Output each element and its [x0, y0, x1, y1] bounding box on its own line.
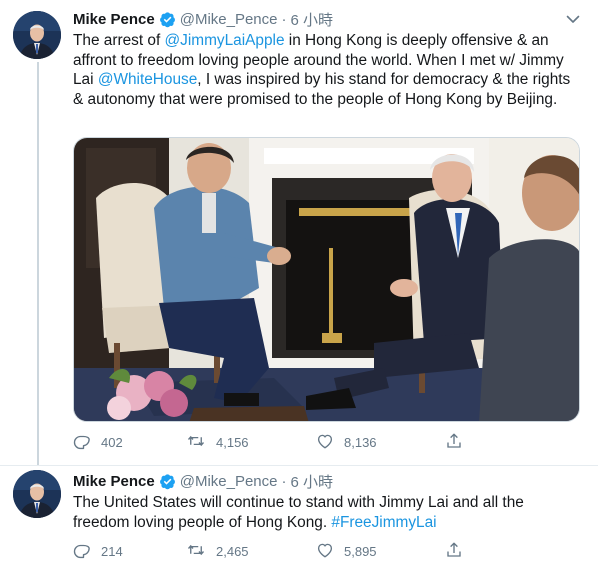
mention-link[interactable]: @WhiteHouse — [98, 71, 197, 88]
tweet-actions: 214 2,465 5,895 — [73, 541, 473, 561]
hashtag-link[interactable]: #FreeJimmyLai — [331, 514, 436, 531]
avatar[interactable] — [13, 11, 61, 59]
divider — [0, 465, 598, 466]
tweet-text: The arrest of @JimmyLaiApple in Hong Kon… — [73, 31, 583, 109]
like-button[interactable]: 8,136 — [316, 432, 377, 453]
reply-icon — [73, 541, 101, 562]
separator-dot: · — [281, 472, 287, 490]
reply-count: 402 — [101, 435, 123, 450]
tweet-photo[interactable] — [73, 137, 580, 422]
retweet-count: 2,465 — [216, 544, 249, 559]
share-button[interactable] — [445, 432, 473, 453]
tweet-text: The United States will continue to stand… — [73, 493, 583, 532]
avatar[interactable] — [13, 470, 61, 518]
text-segment: The United States will continue to stand… — [73, 494, 524, 531]
retweet-count: 4,156 — [216, 435, 249, 450]
retweet-button[interactable]: 4,156 — [186, 432, 249, 453]
share-icon — [445, 432, 473, 453]
heart-icon — [316, 541, 344, 562]
retweet-icon — [186, 541, 216, 562]
heart-icon — [316, 432, 344, 453]
retweet-button[interactable]: 2,465 — [186, 541, 249, 562]
like-button[interactable]: 5,895 — [316, 541, 377, 562]
text-segment: The arrest of — [73, 32, 165, 49]
mention-link[interactable]: @JimmyLaiApple — [165, 32, 285, 49]
verified-badge-icon — [159, 11, 176, 28]
author-name[interactable]: Mike Pence — [73, 473, 155, 490]
tweet-header: Mike Pence @Mike_Pence · 6 小時 — [73, 471, 333, 491]
retweet-icon — [186, 432, 216, 453]
tweet-header: Mike Pence @Mike_Pence · 6 小時 — [73, 9, 333, 29]
like-count: 5,895 — [344, 544, 377, 559]
timestamp[interactable]: 6 小時 — [291, 471, 334, 492]
timestamp[interactable]: 6 小時 — [291, 9, 334, 30]
author-name[interactable]: Mike Pence — [73, 11, 155, 28]
chevron-down-icon[interactable] — [564, 10, 582, 28]
tweet-actions: 402 4,156 8,136 — [73, 432, 473, 452]
reply-button[interactable]: 402 — [73, 432, 123, 453]
share-icon — [445, 541, 473, 562]
reply-count: 214 — [101, 544, 123, 559]
share-button[interactable] — [445, 541, 473, 562]
verified-badge-icon — [159, 473, 176, 490]
reply-button[interactable]: 214 — [73, 541, 123, 562]
thread-connector-line — [37, 62, 39, 466]
reply-icon — [73, 432, 101, 453]
author-handle[interactable]: @Mike_Pence — [180, 11, 278, 28]
like-count: 8,136 — [344, 435, 377, 450]
author-handle[interactable]: @Mike_Pence — [180, 473, 278, 490]
separator-dot: · — [281, 10, 287, 28]
